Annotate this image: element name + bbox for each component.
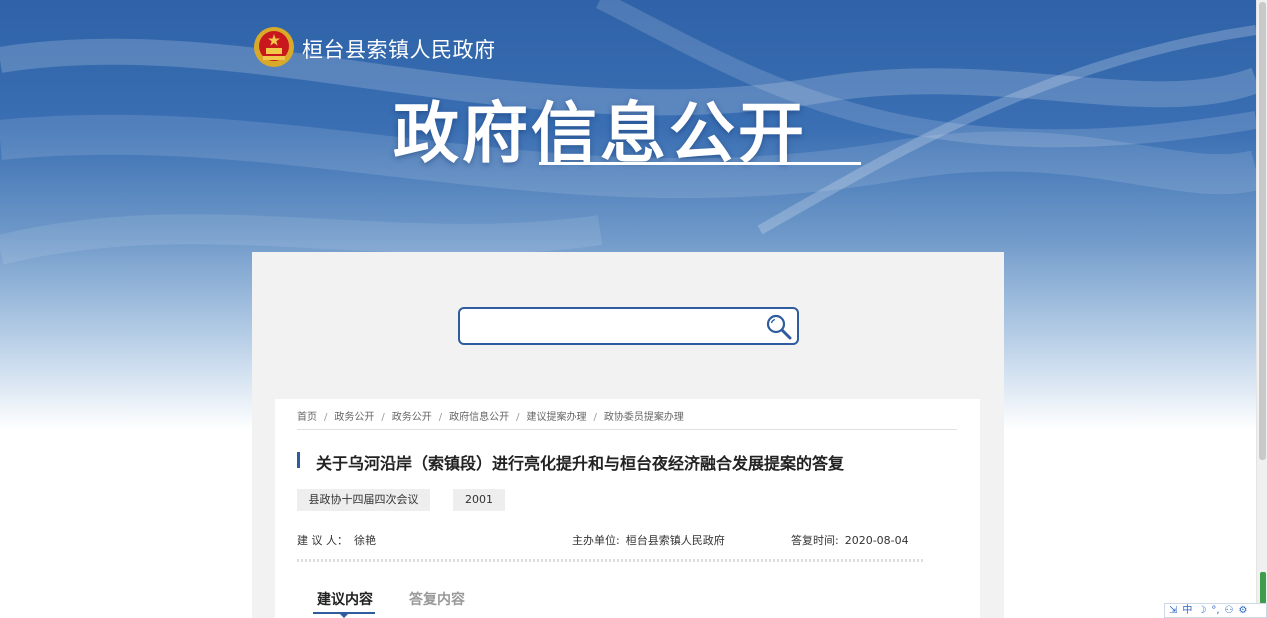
tab-proposal-content[interactable]: 建议内容 — [317, 589, 373, 609]
proposal-number-tag: 2001 — [453, 489, 505, 511]
site-name[interactable]: 桓台县索镇人民政府 — [302, 34, 496, 64]
ime-expand-icon[interactable]: ⇲ — [1169, 604, 1177, 617]
search-icon[interactable] — [765, 313, 793, 341]
tab-reply-content[interactable]: 答复内容 — [409, 589, 465, 609]
active-tab-caret — [340, 614, 348, 618]
national-emblem-icon — [254, 27, 294, 67]
scrollbar-thumb[interactable] — [1259, 2, 1266, 460]
dotted-divider — [297, 559, 924, 562]
article-card: 首页 / 政务公开 / 政务公开 / 政府信息公开 / 建议提案办理 / 政协委员提案办理 关于乌河… — [275, 399, 980, 618]
side-indicator — [1260, 572, 1266, 604]
proposer-label: 建 议 人： — [297, 534, 348, 547]
ime-user-icon[interactable]: ⚇ — [1225, 604, 1234, 617]
proposer-info: 建 议 人： 徐艳 — [297, 532, 376, 548]
ime-moon-icon[interactable]: ☽ — [1197, 604, 1206, 617]
ime-settings-icon[interactable]: ⚙ — [1239, 604, 1248, 617]
meeting-tag: 县政协十四届四次会议 — [297, 489, 430, 511]
breadcrumb-item[interactable]: 政务公开 — [334, 412, 374, 423]
breadcrumb-divider — [297, 429, 957, 430]
title-marker — [297, 452, 300, 468]
breadcrumb: 首页 / 政务公开 / 政务公开 / 政府信息公开 / 建议提案办理 / 政协委员提案办理 — [297, 412, 684, 423]
breadcrumb-item[interactable]: 政协委员提案办理 — [604, 412, 684, 423]
title-underline — [539, 162, 861, 165]
host-unit-label: 主办单位: — [572, 534, 620, 547]
breadcrumb-item[interactable]: 政务公开 — [392, 412, 432, 423]
search-input[interactable] — [468, 315, 762, 339]
content-panel: 首页 / 政务公开 / 政务公开 / 政府信息公开 / 建议提案办理 / 政协委员提案办理 关于乌河… — [252, 252, 1004, 618]
ime-punctuation-icon[interactable]: °, — [1211, 604, 1219, 617]
proposer-value: 徐艳 — [354, 534, 376, 547]
vertical-scrollbar[interactable] — [1256, 0, 1267, 618]
host-unit-info: 主办单位: 桓台县索镇人民政府 — [572, 532, 725, 548]
breadcrumb-home[interactable]: 首页 — [297, 412, 317, 423]
search-box — [458, 307, 799, 345]
breadcrumb-item[interactable]: 建议提案办理 — [527, 412, 587, 423]
reply-time-label: 答复时间: — [791, 534, 839, 547]
reply-time-value: 2020-08-04 — [844, 534, 909, 547]
breadcrumb-item[interactable]: 政府信息公开 — [449, 412, 509, 423]
ime-chinese-mode[interactable]: 中 — [1182, 604, 1192, 617]
ime-toolbar: ⇲ 中 ☽ °, ⚇ ⚙ — [1164, 603, 1267, 618]
document-title: 关于乌河沿岸（索镇段）进行亮化提升和与桓台夜经济融合发展提案的答复 — [316, 454, 845, 473]
reply-time-info: 答复时间: 2020-08-04 — [791, 532, 909, 548]
host-unit-value: 桓台县索镇人民政府 — [625, 534, 725, 547]
